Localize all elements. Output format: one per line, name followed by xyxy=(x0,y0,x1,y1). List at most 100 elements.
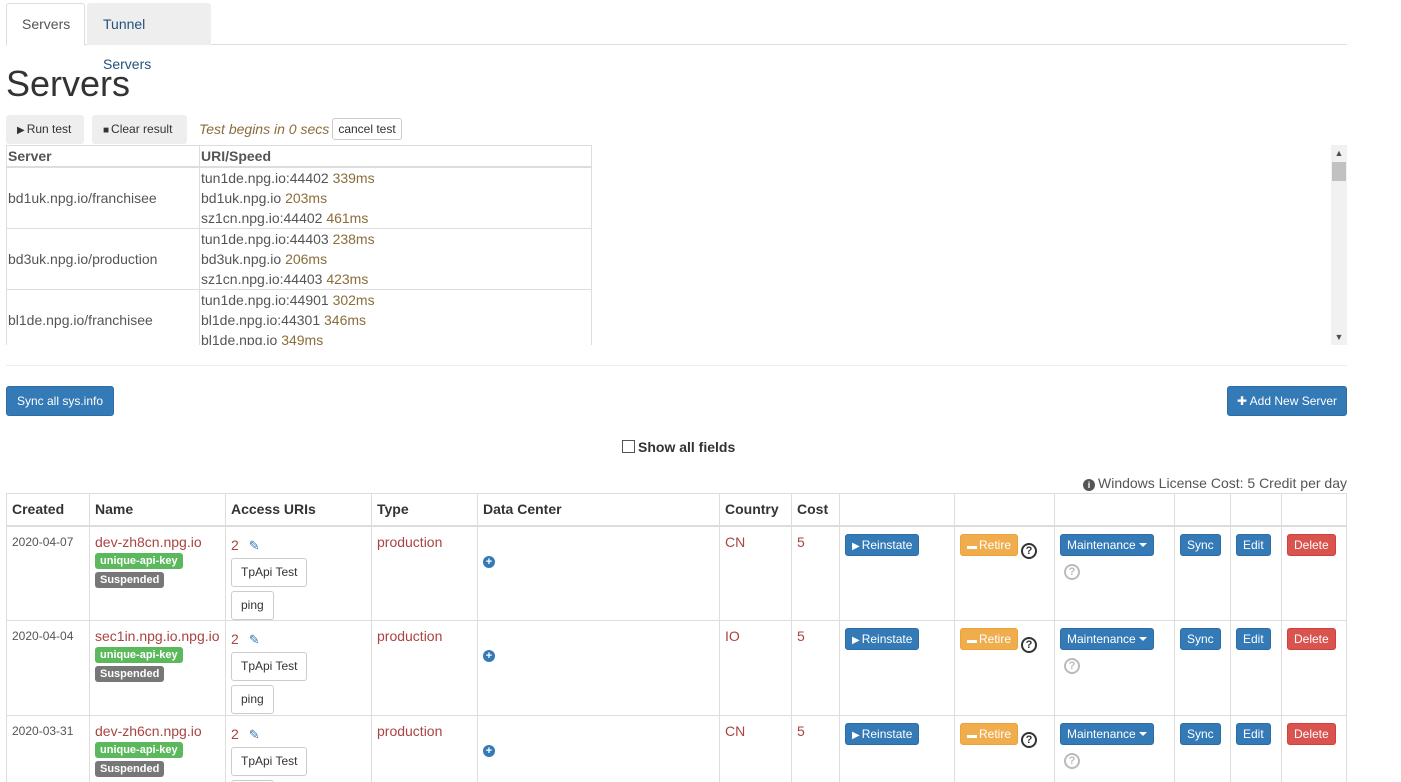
retire-button[interactable]: ▬ Retire xyxy=(960,723,1019,745)
show-all-fields-checkbox[interactable]: Show all fields xyxy=(622,439,735,455)
server-name-link[interactable]: dev-zh8cn.npg.io xyxy=(95,534,202,550)
col-sync xyxy=(1174,493,1231,527)
tab-servers[interactable]: Servers xyxy=(6,3,85,46)
test-result-panel[interactable]: Server URI/Speed bd1uk.npg.io/franchisee… xyxy=(6,145,1347,345)
help-icon[interactable]: ? xyxy=(1021,637,1038,653)
maintenance-dropdown-button[interactable]: Maintenance xyxy=(1060,723,1154,745)
play-icon: ▶ xyxy=(852,635,860,646)
retire-label: Retire xyxy=(979,727,1012,741)
scrollbar-thumb[interactable] xyxy=(1332,162,1346,181)
clear-result-label: Clear result xyxy=(111,122,173,136)
uri-speed-entry: tun1de.npg.io:44901 302ms xyxy=(201,290,590,310)
license-note: i Windows License Cost: 5 Credit per day xyxy=(1083,475,1347,491)
play-icon: ▶ xyxy=(17,125,25,136)
result-uris: tun1de.npg.io:44403 238ms bd3uk.npg.io 20… xyxy=(199,227,592,290)
api-key-badge: unique-api-key xyxy=(95,742,183,758)
sync-button[interactable]: Sync xyxy=(1180,533,1221,556)
speed-value: 203ms xyxy=(285,189,328,206)
created-date: 2020-04-07 xyxy=(12,534,74,549)
sync-button[interactable]: Sync xyxy=(1180,628,1221,650)
run-test-button[interactable]: ▶ Run test xyxy=(6,115,84,144)
license-note-text: Windows License Cost: 5 Credit per day xyxy=(1098,475,1347,491)
sync-all-sysinfo-button[interactable]: Sync all sys.info xyxy=(6,386,114,416)
delete-button[interactable]: Delete xyxy=(1287,628,1336,650)
tpapi-test-button[interactable]: TpApi Test xyxy=(231,557,308,587)
pencil-icon[interactable]: ✎ xyxy=(249,727,260,743)
edit-button[interactable]: Edit xyxy=(1236,533,1271,556)
delete-button[interactable]: Delete xyxy=(1287,533,1336,556)
retire-button[interactable]: ▬ Retire xyxy=(960,533,1019,556)
uri-speed-entry: bl1de.npg.io 349ms xyxy=(201,330,590,346)
retire-cell: ▬ Retire? xyxy=(954,525,1055,621)
result-header-uri-speed: URI/Speed xyxy=(199,145,592,168)
sync-button[interactable]: Sync xyxy=(1180,723,1221,745)
server-row: 2020-04-04 sec1in.npg.io.npg.io unique-a… xyxy=(6,620,1347,716)
access-uris-cell: 2 ✎ TpApi Test ping xyxy=(225,525,372,621)
tpapi-test-button[interactable]: TpApi Test xyxy=(231,747,308,776)
server-type: production xyxy=(377,628,443,644)
server-name-link[interactable]: dev-zh6cn.npg.io xyxy=(95,723,202,739)
reinstate-label: Reinstate xyxy=(861,632,913,646)
checkbox-icon[interactable] xyxy=(622,440,635,453)
add-data-center-icon[interactable]: + xyxy=(483,745,495,757)
api-key-badge: unique-api-key xyxy=(95,647,183,663)
clear-result-button[interactable]: ■ Clear result xyxy=(92,115,187,144)
help-icon[interactable]: ? xyxy=(1021,732,1038,748)
uri-speed-entry: bd1uk.npg.io 203ms xyxy=(201,188,590,208)
ping-button[interactable]: ping xyxy=(231,685,274,714)
delete-cell: Delete xyxy=(1281,715,1347,782)
uri-count-link[interactable]: 2 xyxy=(231,726,239,742)
speed-value: 206ms xyxy=(285,250,328,267)
reinstate-button[interactable]: ▶ Reinstate xyxy=(845,533,920,556)
uri-text: bl1de.npg.io xyxy=(201,331,278,346)
edit-button[interactable]: Edit xyxy=(1236,723,1271,745)
add-new-server-button[interactable]: ✚ Add New Server xyxy=(1227,386,1347,416)
retire-button[interactable]: ▬ Retire xyxy=(960,628,1019,650)
col-delete xyxy=(1281,493,1347,527)
uri-speed-entry: sz1cn.npg.io:44402 461ms xyxy=(201,208,590,228)
maintenance-dropdown-button[interactable]: Maintenance xyxy=(1060,533,1154,556)
ping-button[interactable]: ping xyxy=(231,590,274,620)
reinstate-button[interactable]: ▶ Reinstate xyxy=(845,723,920,745)
col-data-center: Data Center xyxy=(477,493,720,527)
result-scrollbar[interactable]: ▲ ▼ xyxy=(1331,145,1347,345)
uri-text: sz1cn.npg.io:44403 xyxy=(201,270,323,287)
api-key-badge: unique-api-key xyxy=(95,552,183,569)
edit-button[interactable]: Edit xyxy=(1236,628,1271,650)
help-icon[interactable]: ? xyxy=(1064,563,1080,580)
add-data-center-icon[interactable]: + xyxy=(483,555,495,568)
add-data-center-icon[interactable]: + xyxy=(483,650,495,662)
delete-cell: Delete xyxy=(1281,525,1347,621)
access-uris-cell: 2 ✎ TpApi Test ping xyxy=(225,620,372,716)
reinstate-button[interactable]: ▶ Reinstate xyxy=(845,628,920,650)
uri-count-link[interactable]: 2 xyxy=(231,537,239,553)
speed-value: 302ms xyxy=(332,291,375,308)
pencil-icon[interactable]: ✎ xyxy=(249,632,260,648)
country-cell: IO xyxy=(719,620,792,716)
reinstate-cell: ▶ Reinstate xyxy=(839,620,955,716)
tpapi-test-button[interactable]: TpApi Test xyxy=(231,652,308,681)
status-badge: Suspended xyxy=(95,761,165,777)
scroll-down-arrow-icon[interactable]: ▼ xyxy=(1331,329,1347,345)
cancel-test-button[interactable]: cancel test xyxy=(332,118,402,140)
help-icon[interactable]: ? xyxy=(1064,753,1080,769)
help-icon[interactable]: ? xyxy=(1064,658,1080,674)
uri-speed-entry: bl1de.npg.io:44301 346ms xyxy=(201,310,590,330)
maintenance-dropdown-button[interactable]: Maintenance xyxy=(1060,628,1154,650)
created-date: 2020-04-04 xyxy=(12,629,74,643)
reinstate-label: Reinstate xyxy=(861,727,913,741)
col-reinstate xyxy=(839,493,955,527)
uri-count-link[interactable]: 2 xyxy=(231,631,239,647)
delete-cell: Delete xyxy=(1281,620,1347,716)
server-name-link[interactable]: sec1in.npg.io.npg.io xyxy=(95,628,220,644)
country-code: CN xyxy=(725,533,746,550)
server-type: production xyxy=(377,533,443,550)
scroll-up-arrow-icon[interactable]: ▲ xyxy=(1331,145,1347,161)
tab-tunnel-servers[interactable]: Tunnel Servers xyxy=(87,3,211,72)
result-row: bd3uk.npg.io/production tun1de.npg.io:444… xyxy=(6,227,592,290)
result-row: bd1uk.npg.io/franchisee tun1de.npg.io:444… xyxy=(6,166,592,229)
result-row: bl1de.npg.io/franchisee tun1de.npg.io:449… xyxy=(6,288,592,346)
delete-button[interactable]: Delete xyxy=(1287,723,1336,745)
pencil-icon[interactable]: ✎ xyxy=(249,538,260,554)
help-icon[interactable]: ? xyxy=(1021,542,1038,559)
